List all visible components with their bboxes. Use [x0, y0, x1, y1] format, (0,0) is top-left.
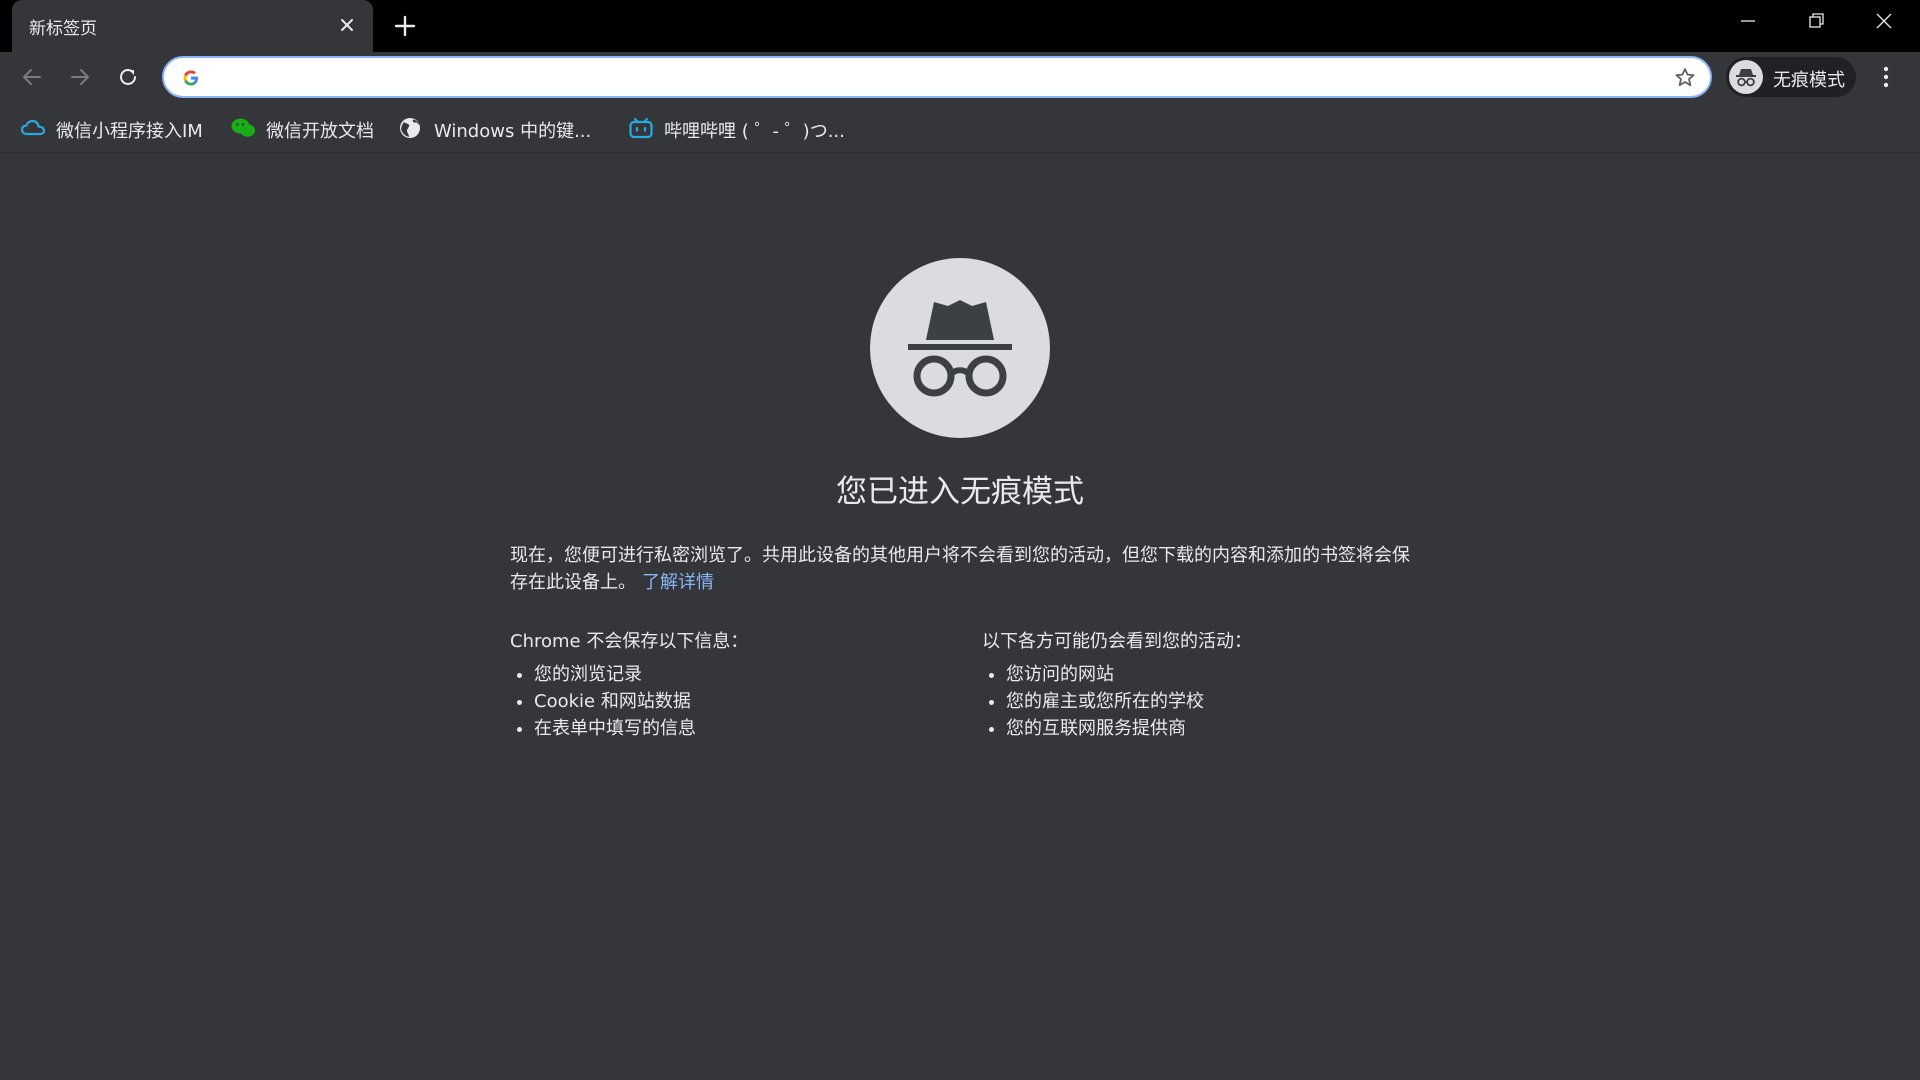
incognito-profile-button[interactable]: 无痕模式	[1726, 57, 1856, 97]
incognito-icon	[870, 258, 1050, 438]
list-item: 在表单中填写的信息	[534, 715, 970, 742]
tab-strip: 新标签页	[0, 0, 1920, 52]
minimize-icon	[1741, 20, 1755, 22]
learn-more-link[interactable]: 了解详情	[642, 572, 714, 593]
tab-new-tab[interactable]: 新标签页	[12, 0, 373, 52]
not-saved-list: Chrome 不会保存以下信息： 您的浏览记录 Cookie 和网站数据 在表单…	[510, 628, 970, 742]
bookmark-label: 哔哩哔哩 ( ゜- ゜)つ...	[664, 121, 845, 142]
cloud-icon	[20, 119, 46, 136]
more-vert-icon	[1883, 66, 1889, 88]
bookmark-label: 微信小程序接入IM	[56, 121, 203, 142]
arrow-left-icon	[23, 69, 41, 85]
tab-close-icon[interactable]	[334, 12, 360, 38]
bookmark-label: Windows 中的键...	[434, 121, 592, 142]
list-item: 您访问的网站	[1006, 661, 1442, 688]
chrome-menu-button[interactable]	[1872, 59, 1900, 95]
globe-icon	[400, 118, 420, 138]
list-item: 您的互联网服务提供商	[1006, 715, 1442, 742]
still-visible-list: 以下各方可能仍会看到您的活动： 您访问的网站 您的雇主或您所在的学校 您的互联网…	[982, 628, 1442, 742]
toolbar: 无痕模式	[0, 52, 1920, 103]
reload-icon	[120, 68, 136, 85]
address-input[interactable]	[212, 62, 1652, 92]
incognito-label: 无痕模式	[1773, 70, 1845, 91]
close-icon	[1876, 13, 1892, 29]
restore-button[interactable]	[1782, 0, 1850, 42]
omnibox[interactable]	[162, 56, 1712, 98]
bookmarks-bar: 微信小程序接入IM 微信开放文档 Windows 中的键... 哔哩哔哩 ( ゜…	[0, 103, 1920, 153]
list-item: Cookie 和网站数据	[534, 688, 970, 715]
bilibili-icon	[629, 118, 653, 139]
list-item: 您的雇主或您所在的学校	[1006, 688, 1442, 715]
wechat-icon	[231, 118, 255, 137]
not-saved-title: Chrome 不会保存以下信息：	[510, 631, 749, 652]
minimize-button[interactable]	[1714, 0, 1782, 42]
page-title: 您已进入无痕模式	[836, 474, 1084, 510]
arrow-right-icon	[71, 69, 89, 85]
still-visible-title: 以下各方可能仍会看到您的活动：	[982, 631, 1252, 652]
close-window-button[interactable]	[1850, 0, 1918, 42]
tab-title: 新标签页	[29, 19, 97, 39]
google-icon	[183, 70, 198, 86]
incognito-icon	[1729, 60, 1763, 94]
reload-button[interactable]	[110, 59, 146, 95]
plus-icon	[394, 15, 416, 37]
restore-icon	[1809, 13, 1824, 28]
new-tab-button[interactable]	[390, 11, 420, 41]
forward-button[interactable]	[62, 59, 98, 95]
incognito-new-tab-page: 您已进入无痕模式 现在，您便可进行私密浏览了。共用此设备的其他用户将不会看到您的…	[0, 154, 1920, 1080]
list-item: 您的浏览记录	[534, 661, 970, 688]
intro-paragraph: 现在，您便可进行私密浏览了。共用此设备的其他用户将不会看到您的活动，但您下载的内…	[510, 542, 1420, 596]
back-button[interactable]	[14, 59, 50, 95]
bookmark-star-icon[interactable]	[1672, 65, 1698, 91]
bookmark-label: 微信开放文档	[266, 121, 374, 142]
